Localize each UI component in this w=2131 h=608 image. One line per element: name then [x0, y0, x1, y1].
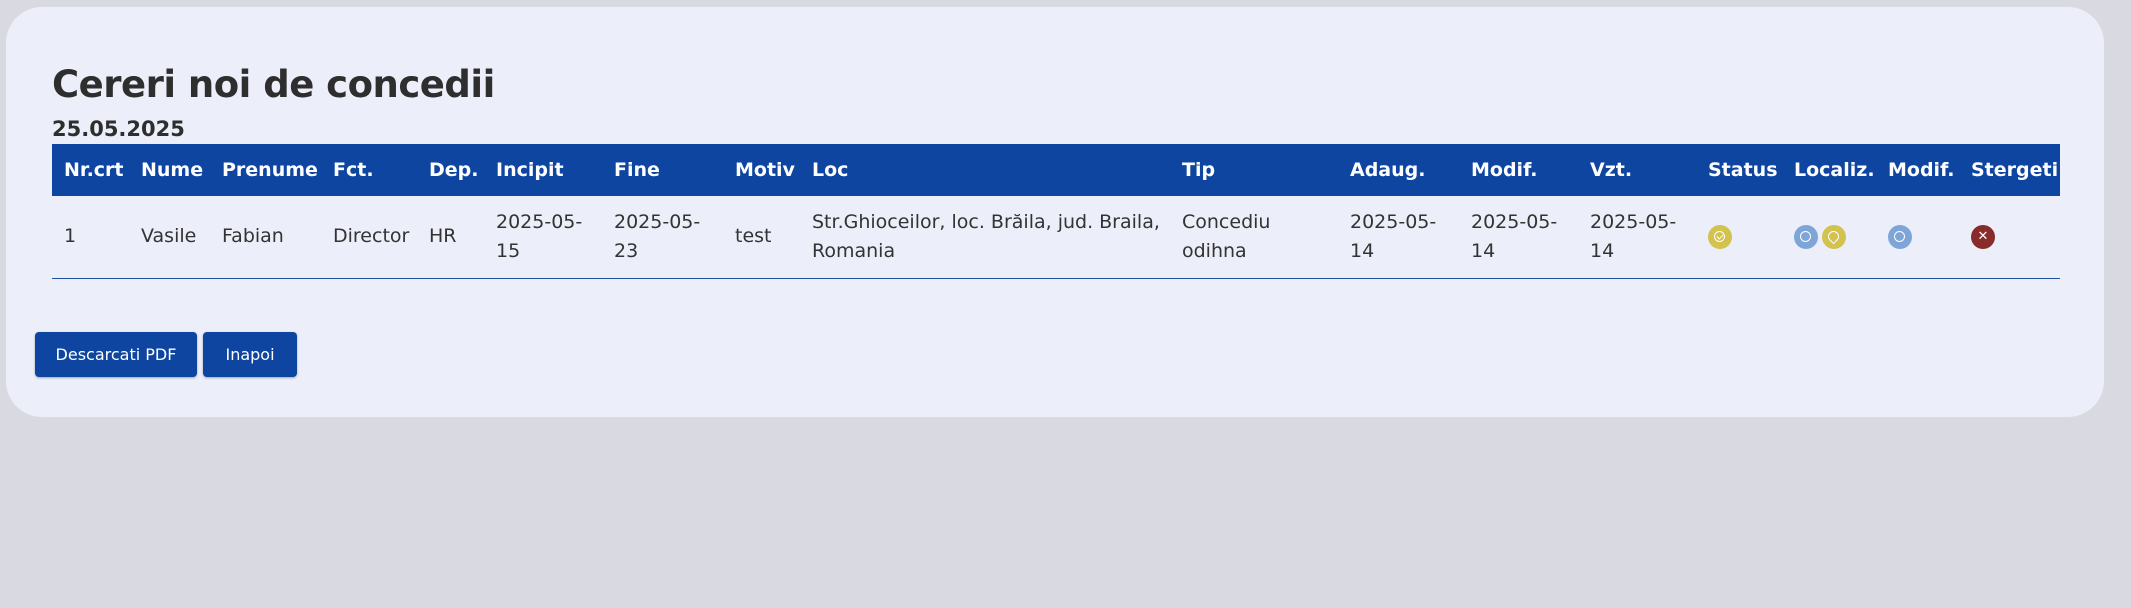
col-header-adaug: Adaug. — [1350, 159, 1426, 181]
col-header-modif-action: Modif. — [1888, 159, 1955, 181]
col-header-dep: Dep. — [429, 159, 479, 181]
leave-requests-table: Nr.crt Nume Prenume Fct. Dep. Incipit Fi… — [52, 144, 2060, 279]
cell-status — [1696, 196, 1782, 278]
col-header-nume: Nume — [141, 159, 204, 181]
download-pdf-button[interactable]: Descarcati PDF — [35, 332, 197, 377]
col-header-loc: Loc — [812, 159, 849, 181]
col-header-stergeti: Stergeti — [1971, 159, 2059, 181]
cell-modif-action — [1876, 196, 1959, 278]
content-card: Cereri noi de concedii 25.05.2025 Nr.crt… — [6, 7, 2104, 417]
cell-prenume: Fabian — [222, 225, 284, 248]
cell-stergeti — [1959, 196, 2060, 278]
col-header-incipit: Incipit — [496, 159, 564, 181]
col-header-localiz: Localiz. — [1794, 159, 1875, 181]
col-header-motiv: Motiv — [735, 159, 795, 181]
cell-modif: 2025-05-14 — [1471, 210, 1558, 262]
col-header-fct: Fct. — [333, 159, 374, 181]
cell-loc: Str.Ghioceilor, loc. Brăila, jud. Braila… — [812, 210, 1160, 262]
cell-vzt: 2025-05-14 — [1590, 210, 1677, 262]
col-header-modif: Modif. — [1471, 159, 1538, 181]
cell-adaug: 2025-05-14 — [1350, 210, 1437, 262]
report-date: 25.05.2025 — [52, 117, 185, 141]
col-header-vzt: Vzt. — [1590, 159, 1633, 181]
col-header-status: Status — [1708, 159, 1778, 181]
cell-dep: HR — [429, 225, 457, 248]
table-header-row: Nr.crt Nume Prenume Fct. Dep. Incipit Fi… — [52, 144, 2060, 196]
table-row: 1 Vasile Fabian Director HR 2025-05-15 2… — [52, 196, 2060, 278]
col-header-tip: Tip — [1182, 159, 1216, 181]
cell-tip: Concediu odihna — [1182, 210, 1271, 262]
back-button[interactable]: Inapoi — [203, 332, 297, 377]
cell-fct: Director — [333, 225, 410, 248]
cell-nr: 1 — [64, 225, 77, 248]
delete-close-icon[interactable] — [1971, 224, 1995, 249]
check-circle-icon[interactable] — [1708, 224, 1732, 249]
edit-refresh-icon[interactable] — [1888, 224, 1912, 249]
cell-motiv: test — [735, 225, 772, 248]
cell-localiz — [1782, 196, 1876, 278]
col-header-nr: Nr.crt — [64, 159, 124, 181]
page-title: Cereri noi de concedii — [52, 63, 495, 106]
col-header-fine: Fine — [614, 159, 660, 181]
refresh-icon[interactable] — [1794, 224, 1818, 249]
cell-nume: Vasile — [141, 225, 197, 248]
cell-fine: 2025-05-23 — [614, 210, 701, 262]
col-header-prenume: Prenume — [222, 159, 318, 181]
map-pin-icon[interactable] — [1822, 224, 1846, 249]
cell-incipit: 2025-05-15 — [496, 210, 583, 262]
